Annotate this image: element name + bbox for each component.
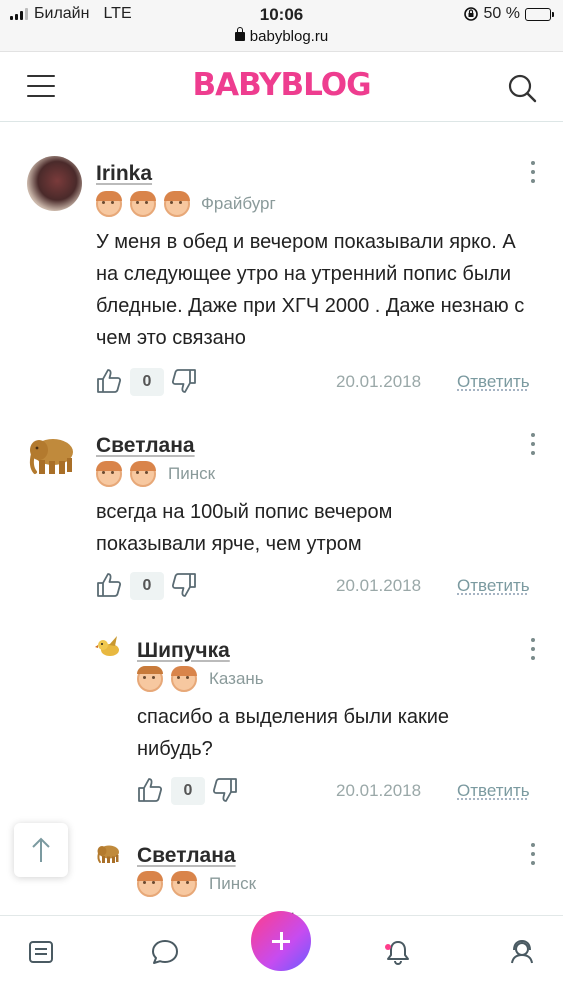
url-text: babyblog.ru: [249, 28, 329, 45]
more-icon[interactable]: [531, 161, 537, 188]
reply-link[interactable]: Ответить: [457, 372, 530, 392]
bird-avatar[interactable]: [95, 633, 123, 661]
more-icon[interactable]: [531, 433, 537, 460]
author-name[interactable]: Шипучка: [137, 639, 230, 663]
girl-badge-icon: [137, 871, 163, 897]
elephant-avatar[interactable]: [95, 840, 123, 868]
like-count: 0: [130, 368, 164, 396]
comment-text: спасибо а выделения были какие нибудь?: [137, 706, 450, 760]
status-bar: Билайн LTE 10:06 babyblog.ru 50 %: [0, 0, 563, 52]
girl-badge-icon: [96, 461, 122, 487]
comment-date: 20.01.2018: [336, 576, 422, 595]
reply-link[interactable]: Ответить: [457, 781, 530, 801]
status-right: 50 %: [463, 5, 554, 23]
avatar[interactable]: [27, 156, 82, 211]
battery-icon: [525, 7, 554, 21]
rotation-lock-icon: [463, 7, 478, 21]
city: Казань: [209, 669, 264, 688]
comment-text: всегда на 100ый попис вечером показывали…: [96, 501, 393, 555]
badges: [137, 666, 197, 692]
elephant-avatar[interactable]: [25, 428, 81, 484]
boy-badge-icon: [137, 666, 163, 692]
bottom-nav: [0, 911, 563, 1000]
address-bar[interactable]: babyblog.ru: [0, 27, 563, 45]
badges: [96, 461, 156, 487]
badges: [96, 191, 190, 217]
add-post-button[interactable]: [251, 911, 311, 971]
like-icon[interactable]: [137, 777, 163, 803]
girl-badge-icon: [171, 871, 197, 897]
scroll-top-button[interactable]: [14, 823, 68, 877]
search-icon[interactable]: [507, 73, 537, 103]
like-icon[interactable]: [96, 572, 122, 598]
chat-icon[interactable]: [151, 938, 179, 966]
badges: [137, 871, 197, 897]
comment-actions: 0 20.01.2018 Ответить: [96, 368, 536, 398]
app-header: BABYBLOG: [0, 53, 563, 122]
author-name[interactable]: Светлана: [137, 844, 236, 868]
like-count: 0: [130, 572, 164, 600]
like-icon[interactable]: [96, 368, 122, 394]
profile-icon[interactable]: [508, 938, 536, 966]
author-name[interactable]: Irinka: [96, 162, 152, 186]
lock-icon: [234, 27, 245, 41]
city: Пинск: [209, 874, 257, 893]
battery-percent: 50 %: [483, 5, 520, 22]
more-icon[interactable]: [531, 843, 537, 870]
dislike-icon[interactable]: [171, 368, 197, 394]
notification-dot: [385, 944, 391, 950]
comment-actions: 0 20.01.2018 Ответить: [96, 572, 536, 602]
comment-date: 20.01.2018: [336, 372, 422, 391]
like-count: 0: [171, 777, 205, 805]
reply-link[interactable]: Ответить: [457, 576, 530, 596]
girl-badge-icon: [96, 191, 122, 217]
dislike-icon[interactable]: [212, 777, 238, 803]
notifications-icon[interactable]: [384, 938, 412, 966]
author-name[interactable]: Светлана: [96, 434, 195, 458]
arrow-up-icon: [32, 837, 50, 862]
girl-badge-icon: [130, 461, 156, 487]
dislike-icon[interactable]: [171, 572, 197, 598]
city: Пинск: [168, 464, 216, 483]
logo[interactable]: BABYBLOG: [0, 67, 563, 103]
more-icon[interactable]: [531, 638, 537, 665]
girl-badge-icon: [130, 191, 156, 217]
city: Фрайбург: [201, 194, 276, 213]
comment-text: У меня в обед и вечером показывали ярко.…: [96, 231, 525, 349]
feed-icon[interactable]: [27, 938, 55, 966]
girl-badge-icon: [164, 191, 190, 217]
comment-actions: 0 20.01.2018 Ответить: [137, 777, 537, 807]
comment-date: 20.01.2018: [336, 781, 422, 800]
girl-badge-icon: [171, 666, 197, 692]
